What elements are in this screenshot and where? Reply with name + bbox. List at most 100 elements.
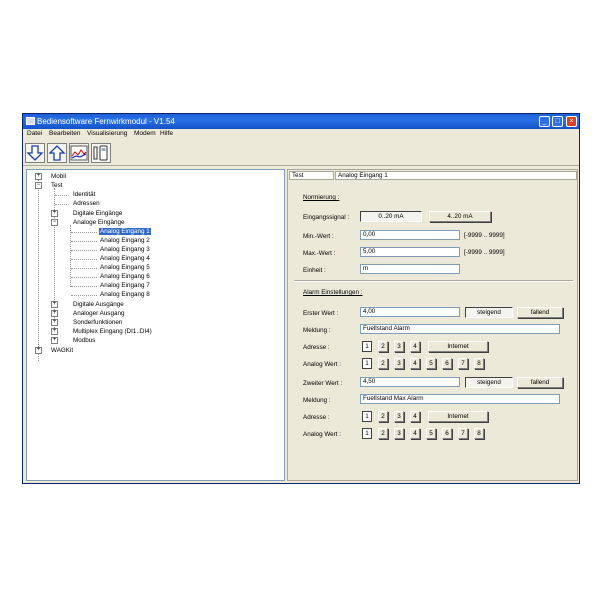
tree-item-analog-eingang-6[interactable]: Analog Eingang 6 (100, 273, 150, 280)
tree-item-identitaet[interactable]: Identität (73, 191, 95, 198)
menu-visualisierung[interactable]: Visualisierung (87, 130, 127, 137)
expand-modbus-icon[interactable]: + (51, 337, 58, 344)
tree-item-test[interactable]: Test (51, 182, 63, 189)
tree-item-digitale-ausgaenge[interactable]: Digitale Ausgänge (73, 301, 124, 308)
einheit-input[interactable]: m (360, 264, 460, 274)
minimize-button[interactable]: _ (539, 116, 550, 127)
erster-steigend-button[interactable]: steigend (465, 307, 513, 318)
expand-analoger-ausgang-icon[interactable]: + (51, 310, 58, 317)
title-bar[interactable]: Bediensoftware Fernwirkmodul - V1.54 _ □… (23, 114, 579, 129)
max-wert-label: Max.-Wert : (303, 250, 336, 257)
adresse1-button-2[interactable]: 2 (378, 341, 388, 352)
option-0-20ma[interactable]: 0..20 mA (360, 211, 422, 222)
tree-item-mobil[interactable]: Mobil (51, 173, 66, 180)
tree-item-wagkit[interactable]: WAGKit (51, 347, 73, 354)
erster-wert-input[interactable]: 4,00 (360, 307, 460, 317)
adresse2-button-4[interactable]: 4 (410, 411, 420, 422)
adresse2-button-1[interactable]: 1 (362, 411, 372, 422)
download-button[interactable] (25, 143, 45, 163)
tree-item-adressen[interactable]: Adressen (73, 200, 100, 207)
analog2-button-6[interactable]: 6 (442, 428, 452, 439)
close-button[interactable]: × (566, 116, 577, 127)
min-wert-range: [-9999 .. 9999] (464, 232, 505, 239)
tree-item-multiplex[interactable]: Multiplex Eingang (DI1..DI4) (73, 328, 152, 335)
expand-digitale-eingaenge-icon[interactable]: + (51, 210, 58, 217)
analog1-button-5[interactable]: 5 (426, 358, 436, 369)
tree-item-analoge-eingaenge[interactable]: Analoge Eingänge (73, 219, 124, 226)
divider (294, 280, 573, 282)
tree-item-analog-eingang-4[interactable]: Analog Eingang 4 (100, 255, 150, 262)
tree-item-analog-eingang-3[interactable]: Analog Eingang 3 (100, 246, 150, 253)
tree-item-analog-eingang-2[interactable]: Analog Eingang 2 (100, 237, 150, 244)
normierung-title: Normierung : (303, 194, 340, 201)
zweiter-wert-input[interactable]: 4,50 (360, 377, 460, 387)
analog1-label: Analog Wert : (303, 361, 342, 368)
menu-modem[interactable]: Modem (134, 130, 156, 137)
option-4-20ma[interactable]: 4..20 mA (429, 211, 491, 222)
arrow-down-icon (26, 145, 44, 161)
tree-item-digitale-eingaenge[interactable]: Digitale Eingänge (73, 210, 122, 217)
collapse-analoge-eingaenge-icon[interactable]: − (51, 219, 58, 226)
analog1-button-1[interactable]: 1 (362, 358, 372, 369)
adresse1-label: Adresse : (303, 344, 330, 351)
analog1-button-6[interactable]: 6 (442, 358, 452, 369)
tree-item-analog-eingang-8[interactable]: Analog Eingang 8 (100, 291, 150, 298)
adresse1-button-4[interactable]: 4 (410, 341, 420, 352)
app-icon (26, 117, 35, 125)
analog2-button-2[interactable]: 2 (378, 428, 388, 439)
max-wert-input[interactable]: 5,00 (360, 247, 460, 257)
min-wert-label: Min.-Wert : (303, 233, 334, 240)
window-title: Bediensoftware Fernwirkmodul - V1.54 (37, 117, 175, 126)
adresse2-button-2[interactable]: 2 (378, 411, 388, 422)
analog2-button-8[interactable]: 8 (474, 428, 484, 439)
adresse1-button-1[interactable]: 1 (362, 341, 372, 352)
adresse1-internet-button[interactable]: Internet (428, 341, 488, 352)
expand-wagkit-icon[interactable]: + (35, 347, 42, 354)
meldung1-label: Meldung : (303, 327, 331, 334)
min-wert-input[interactable]: 0,00 (360, 230, 460, 240)
alarm-title: Alarm Einstellungen : (303, 289, 363, 296)
tree-panel: + Mobil − Test Identität Adressen + Digi… (26, 169, 285, 481)
menu-bearbeiten[interactable]: Bearbeiten (49, 130, 80, 137)
tree-item-modbus[interactable]: Modbus (73, 337, 95, 344)
zweiter-fallend-button[interactable]: fallend (517, 377, 563, 388)
detail-panel: Test Analog Eingang 1 Normierung : Einga… (287, 169, 578, 481)
maximize-button[interactable]: □ (552, 116, 563, 127)
tree-item-analog-eingang-1[interactable]: Analog Eingang 1 (99, 228, 151, 235)
analog1-button-7[interactable]: 7 (458, 358, 468, 369)
analog1-button-2[interactable]: 2 (378, 358, 388, 369)
collapse-test-icon[interactable]: − (35, 182, 42, 189)
tree-item-analog-eingang-5[interactable]: Analog Eingang 5 (100, 264, 150, 271)
expand-mobil-icon[interactable]: + (35, 173, 42, 180)
visualization-button[interactable] (69, 143, 89, 163)
adresse1-button-3[interactable]: 3 (394, 341, 404, 352)
adresse2-button-3[interactable]: 3 (394, 411, 404, 422)
zweiter-steigend-button[interactable]: steigend (465, 377, 513, 388)
tree-item-analoger-ausgang[interactable]: Analoger Ausgang (73, 310, 124, 317)
erster-fallend-button[interactable]: fallend (517, 307, 563, 318)
modem-button[interactable] (91, 143, 111, 163)
menu-bar: Datei Bearbeiten Visualisierung Modem Hi… (23, 129, 579, 140)
analog1-button-3[interactable]: 3 (394, 358, 404, 369)
adresse2-internet-button[interactable]: Internet (428, 411, 488, 422)
upload-button[interactable] (47, 143, 67, 163)
max-wert-range: [-9999 .. 9999] (464, 249, 505, 256)
expand-multiplex-icon[interactable]: + (51, 328, 58, 335)
meldung1-input[interactable]: Fuellstand Alarm (360, 324, 560, 334)
analog2-button-5[interactable]: 5 (426, 428, 436, 439)
meldung2-input[interactable]: Fuellstand Max Alarm (360, 394, 560, 404)
analog1-button-8[interactable]: 8 (474, 358, 484, 369)
menu-datei[interactable]: Datei (27, 130, 42, 137)
tree-item-analog-eingang-7[interactable]: Analog Eingang 7 (100, 282, 150, 289)
analog1-button-4[interactable]: 4 (410, 358, 420, 369)
analog2-button-1[interactable]: 1 (362, 428, 372, 439)
expand-sonderfunktionen-icon[interactable]: + (51, 319, 58, 326)
header-node: Test (289, 171, 334, 180)
analog2-button-3[interactable]: 3 (394, 428, 404, 439)
expand-digitale-ausgaenge-icon[interactable]: + (51, 301, 58, 308)
menu-hilfe[interactable]: Hilfe (160, 130, 173, 137)
analog2-button-7[interactable]: 7 (458, 428, 468, 439)
tree-item-sonderfunktionen[interactable]: Sonderfunktionen (73, 319, 122, 326)
erster-wert-label: Erster Wert : (303, 310, 339, 317)
analog2-button-4[interactable]: 4 (410, 428, 420, 439)
